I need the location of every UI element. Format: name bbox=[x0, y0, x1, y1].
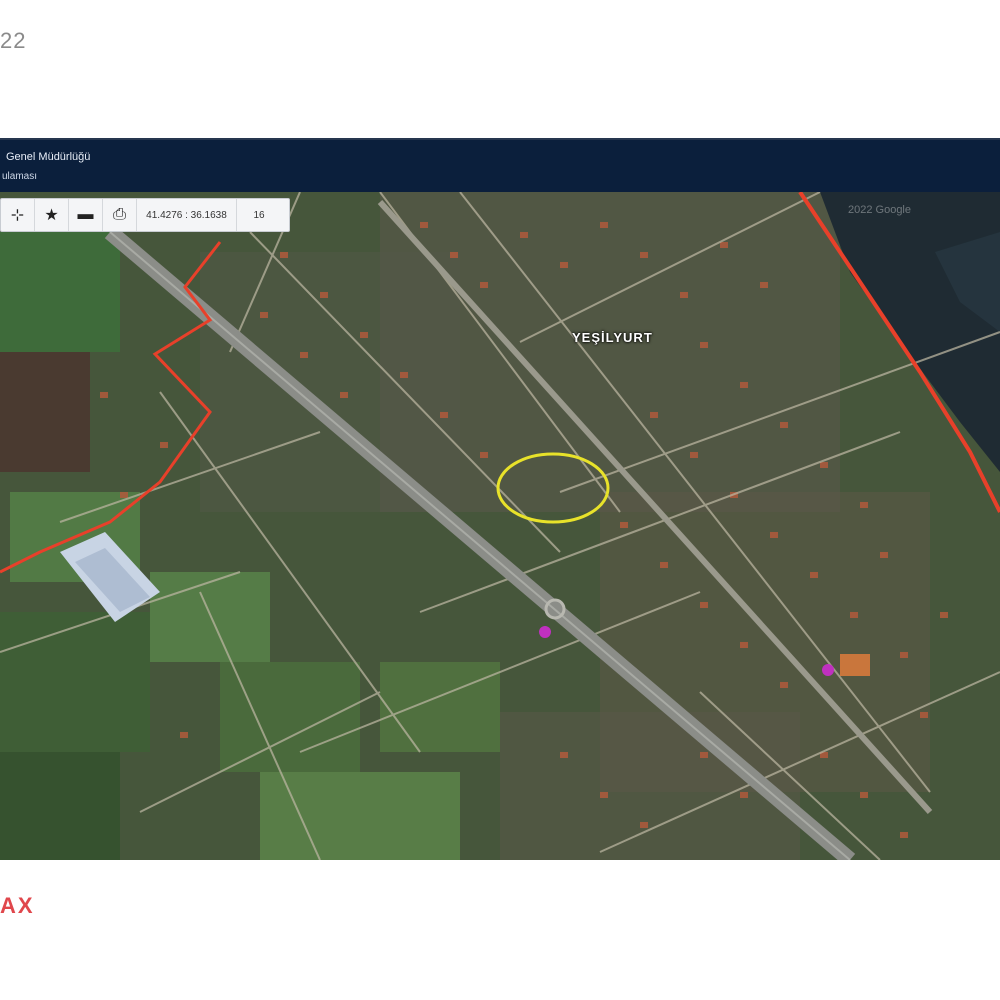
imagery-watermark: 2022 Google bbox=[848, 204, 911, 216]
place-label: YEŞİLYURT bbox=[572, 330, 653, 345]
map-imagery bbox=[0, 192, 1000, 860]
print-icon: ⎙ bbox=[113, 206, 126, 223]
app-header: Genel Müdürlüğü ulaması bbox=[0, 138, 1000, 192]
minus-icon: ▬ bbox=[77, 206, 94, 223]
satellite-map[interactable]: ⊹ ★ ▬ ⎙ 41.4276 : 36.1638 16 YEŞİLYURT 2… bbox=[0, 192, 1000, 860]
brand-logo-text: AX bbox=[0, 893, 35, 918]
measure-button[interactable]: ▬ bbox=[69, 199, 103, 231]
print-button[interactable]: ⎙ bbox=[103, 199, 137, 231]
coordinate-readout: 41.4276 : 36.1638 bbox=[137, 199, 237, 231]
star-icon: ★ bbox=[44, 207, 59, 224]
corner-text: 22 bbox=[0, 28, 27, 53]
zoom-level: 16 bbox=[253, 209, 265, 221]
map-viewer-window: Genel Müdürlüğü ulaması ⊹ ★ ▬ ⎙ 41.4276 … bbox=[0, 138, 1000, 860]
favorite-button[interactable]: ★ bbox=[35, 199, 69, 231]
pan-icon: ⊹ bbox=[10, 207, 25, 224]
header-subtitle: ulaması bbox=[2, 171, 38, 182]
header-title: Genel Müdürlüğü bbox=[6, 151, 91, 163]
map-toolbar: ⊹ ★ ▬ ⎙ 41.4276 : 36.1638 16 bbox=[0, 198, 290, 232]
pan-button[interactable]: ⊹ bbox=[1, 199, 35, 231]
